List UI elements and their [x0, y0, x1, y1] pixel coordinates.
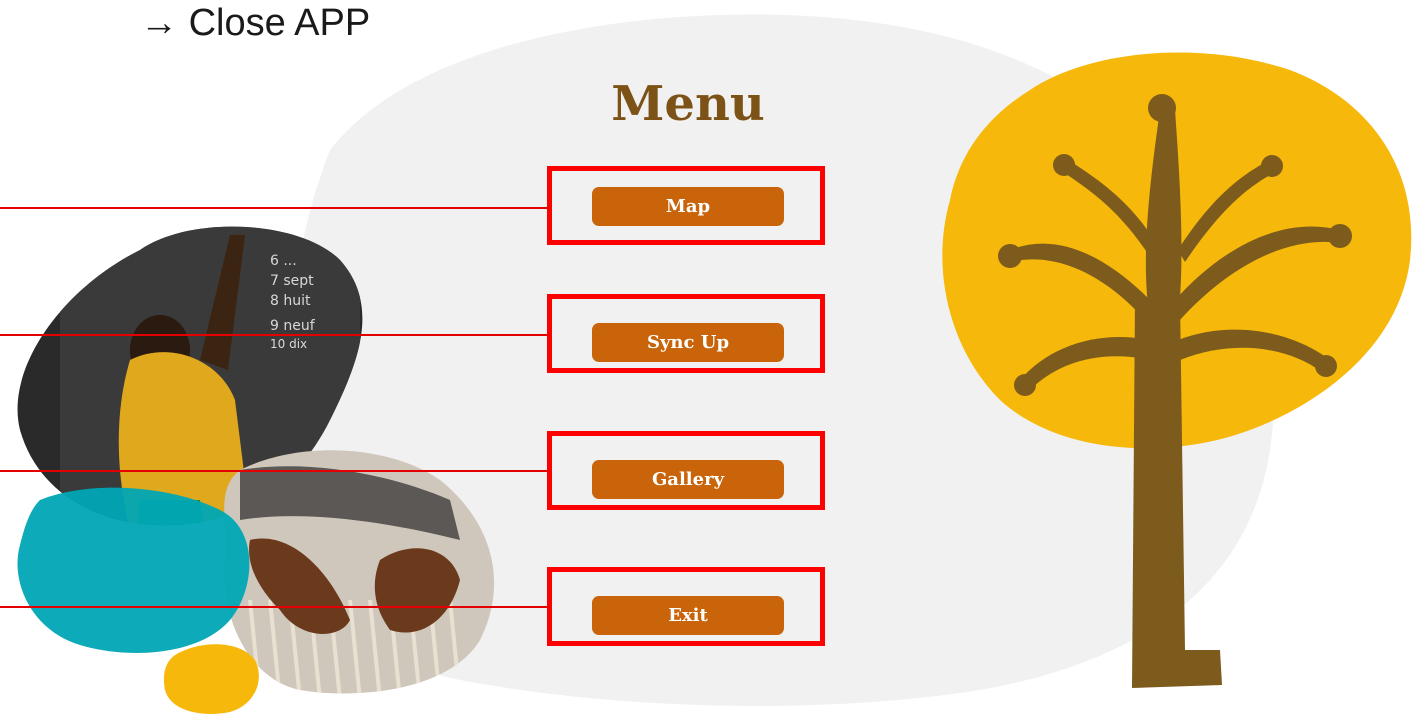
svg-text:10 dix: 10 dix [270, 337, 307, 351]
teal-blob [17, 487, 250, 653]
menu-title: Menu [611, 76, 765, 132]
svg-text:9 neuf: 9 neuf [270, 318, 316, 334]
yellow-blob [163, 644, 259, 714]
gallery-button[interactable]: Gallery [592, 460, 784, 499]
map-button[interactable]: Map [592, 187, 784, 226]
svg-text:7 sept: 7 sept [270, 273, 314, 289]
svg-text:8 huit: 8 huit [270, 293, 311, 309]
exit-button[interactable]: Exit [592, 596, 784, 635]
svg-text:6 ...: 6 ... [270, 253, 297, 269]
sync-up-button[interactable]: Sync Up [592, 323, 784, 362]
